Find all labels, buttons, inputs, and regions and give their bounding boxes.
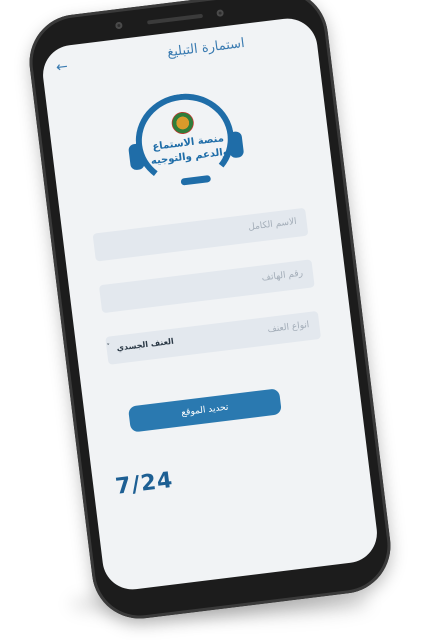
phone-frame: ← استمارة التبليغ منصة الاستماع والدعم و… xyxy=(24,0,396,625)
sensor-icon xyxy=(216,9,225,17)
top-bar: ← استمارة التبليغ xyxy=(40,15,320,98)
violence-type-label: انواع العنف xyxy=(266,320,310,336)
phone-placeholder: رقم الهاتف xyxy=(261,268,304,284)
violence-type-select[interactable]: انواع العنف ˇ العنف الجسدي xyxy=(105,310,322,365)
violence-type-value: العنف الجسدي xyxy=(116,336,175,353)
chevron-down-icon: ˇ xyxy=(105,342,112,352)
full-name-field[interactable]: الاسم الكامل xyxy=(92,207,309,262)
arrow-left-icon[interactable]: ← xyxy=(55,59,69,76)
app-screen: ← استمارة التبليغ منصة الاستماع والدعم و… xyxy=(39,15,381,593)
page-title: استمارة التبليغ xyxy=(166,35,246,61)
phone-number-field[interactable]: رقم الهاتف xyxy=(98,259,315,314)
camera-icon xyxy=(114,21,123,30)
app-logo: منصة الاستماع والدعم والتوجيه xyxy=(123,87,254,197)
full-name-placeholder: الاسم الكامل xyxy=(247,216,298,233)
locate-button[interactable]: تحديد الموقع xyxy=(127,388,282,433)
speaker-grille xyxy=(146,13,204,25)
availability-badge: 7/24 xyxy=(114,467,175,500)
